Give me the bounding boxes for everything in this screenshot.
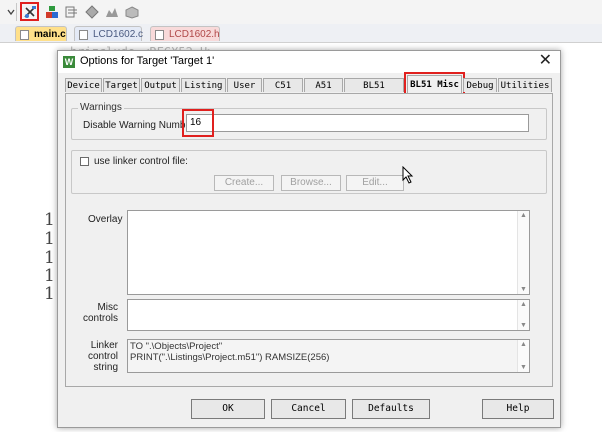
warnings-group-label: Warnings <box>78 102 124 113</box>
manage-components-button[interactable] <box>43 3 60 20</box>
linker-label-line-1: Linker <box>90 340 118 351</box>
file-icon <box>79 30 88 40</box>
defaults-button[interactable]: Defaults <box>352 399 430 419</box>
line-number: 1 <box>44 229 55 249</box>
tab-panel: Warnings Disable Warning Numbers 16 use … <box>65 93 553 387</box>
line-number: 1 <box>44 248 55 268</box>
file-icon <box>155 30 164 40</box>
scroll-up-icon[interactable]: ▲ <box>518 212 529 219</box>
use-linker-control-file-label: use linker control file: <box>94 156 188 167</box>
tab-utilities[interactable]: Utilities <box>498 78 552 92</box>
overlay-textarea[interactable]: ▲ ▼ <box>127 210 530 295</box>
editor-tab-label: LCD1602.c <box>93 29 144 40</box>
scroll-down-icon[interactable]: ▼ <box>518 364 529 371</box>
browse-button[interactable]: Browse... <box>281 175 341 191</box>
tab-bl51-misc[interactable]: BL51 Misc <box>404 72 465 96</box>
disable-warning-numbers-input[interactable]: 16 <box>186 114 529 132</box>
diamond-button[interactable] <box>83 3 100 20</box>
scroll-up-icon[interactable]: ▲ <box>518 301 529 308</box>
scroll-down-icon[interactable]: ▼ <box>518 322 529 329</box>
tab-output[interactable]: Output <box>141 78 180 92</box>
create-button[interactable]: Create... <box>214 175 274 191</box>
editor-tab-lcd1602-h[interactable]: LCD1602.h <box>150 26 220 41</box>
editor-tab-lcd1602-c[interactable]: LCD1602.c <box>74 26 144 41</box>
misc-label-line-2: controls <box>82 313 118 324</box>
options-dialog: W Options for Target 'Target 1' ✕ Device… <box>57 50 561 428</box>
misc-controls-textarea[interactable]: ▲ ▼ <box>127 299 530 331</box>
options-for-target-icon <box>23 5 36 18</box>
linker-string-line-2: PRINT(".\Listings\Project.m51") RAMSIZE(… <box>130 352 330 363</box>
scroll-up-icon[interactable]: ▲ <box>518 341 529 348</box>
line-number: 1 <box>44 284 55 304</box>
editor-tab-label: LCD1602.h <box>169 29 220 40</box>
dialog-titlebar[interactable]: W Options for Target 'Target 1' ✕ <box>58 51 560 73</box>
file-icon <box>20 30 29 40</box>
misc-controls-label: Misc controls <box>66 302 118 324</box>
dialog-tabs: Device Target Output Listing User C51 A5… <box>65 72 555 105</box>
help-button[interactable]: Help <box>482 399 554 419</box>
dialog-title: Options for Target 'Target 1' <box>80 55 215 67</box>
ide-toolbar <box>0 0 602 25</box>
mouse-pointer-icon <box>402 165 414 187</box>
edit-button[interactable]: Edit... <box>346 175 404 191</box>
package-icon <box>125 5 138 19</box>
toolbar-separator <box>16 3 17 21</box>
highlight-box <box>182 109 214 137</box>
tab-user[interactable]: User <box>227 78 262 92</box>
app-icon: W <box>63 56 75 68</box>
linker-control-string-textarea[interactable]: TO ".\Objects\Project" PRINT(".\Listings… <box>127 339 530 373</box>
editor-tabstrip: main.c LCD1602.c LCD1602.h <box>0 24 602 43</box>
close-icon[interactable]: ✕ <box>539 53 552 69</box>
overlay-label: Overlay <box>88 214 123 225</box>
linker-scrollbar[interactable]: ▲ ▼ <box>517 340 529 372</box>
line-number: 1 <box>44 266 55 286</box>
editor-tab-label: main.c <box>34 29 66 40</box>
pack-installer-icon <box>105 7 118 17</box>
linker-string-line-1: TO ".\Objects\Project" <box>130 341 223 352</box>
linker-label-line-2: control <box>87 351 118 362</box>
manage-components-icon <box>45 5 58 18</box>
tab-c51[interactable]: C51 <box>263 78 303 92</box>
misc-label-line-1: Misc <box>97 302 118 313</box>
tab-a51[interactable]: A51 <box>304 78 343 92</box>
tab-target[interactable]: Target <box>103 78 140 92</box>
options-for-target-button[interactable] <box>20 2 39 21</box>
use-linker-control-file-checkbox[interactable] <box>80 157 89 166</box>
diamond-icon <box>84 4 99 19</box>
cancel-button[interactable]: Cancel <box>271 399 346 419</box>
tab-device[interactable]: Device <box>65 78 102 92</box>
tab-bl51-locate[interactable]: BL51 Locate <box>344 78 404 105</box>
misc-scrollbar[interactable]: ▲ ▼ <box>517 300 529 330</box>
file-extensions-icon <box>65 6 77 17</box>
tab-debug[interactable]: Debug <box>463 78 497 92</box>
linker-control-string-label: Linker control string <box>66 340 118 373</box>
scroll-down-icon[interactable]: ▼ <box>518 286 529 293</box>
tab-listing[interactable]: Listing <box>181 78 226 92</box>
ok-button[interactable]: OK <box>191 399 265 419</box>
pack-installer-2-button[interactable] <box>123 3 140 20</box>
line-number: 1 <box>44 210 55 230</box>
linker-label-line-3: string <box>93 362 118 373</box>
overlay-scrollbar[interactable]: ▲ ▼ <box>517 211 529 294</box>
file-extensions-button[interactable] <box>63 3 80 20</box>
pack-installer-button[interactable] <box>103 3 120 20</box>
editor-tab-main-c[interactable]: main.c <box>15 26 67 41</box>
